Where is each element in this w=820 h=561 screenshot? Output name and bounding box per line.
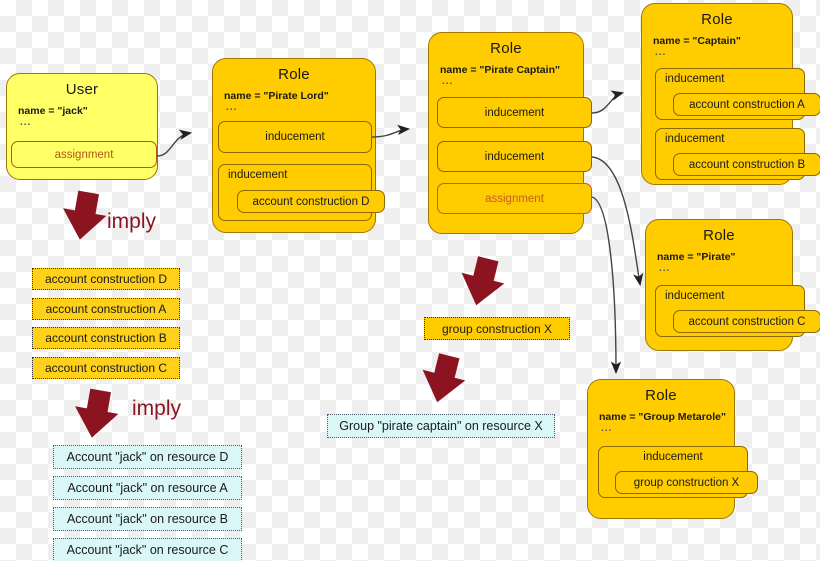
entity-attribute: name = "jack" bbox=[18, 105, 88, 117]
account-jack-resource-c[interactable]: Account "jack" on resource C bbox=[53, 538, 242, 561]
group-pirate-captain-resource-x[interactable]: Group "pirate captain" on resource X bbox=[327, 414, 555, 438]
chip-label: account construction D bbox=[44, 272, 168, 286]
entity-type-label: User bbox=[65, 81, 99, 98]
imply-arrow-1 bbox=[63, 190, 107, 240]
account-label: Account "jack" on resource D bbox=[66, 450, 229, 464]
slot-pirate-captain-assignment[interactable]: assignment bbox=[437, 183, 592, 214]
connector-pirate-captain-to-captain bbox=[591, 90, 625, 114]
imply-arrow-group-result bbox=[422, 353, 466, 403]
entity-type-label: Role bbox=[645, 387, 677, 404]
imply-arrow-group-construction bbox=[461, 256, 505, 306]
account-jack-resource-a[interactable]: Account "jack" on resource A bbox=[53, 476, 242, 500]
entity-ellipsis: ... bbox=[601, 423, 613, 434]
slot-label: assignment bbox=[54, 148, 114, 161]
entity-ellipsis: ... bbox=[442, 76, 454, 87]
chip-account-construction-d[interactable]: account construction D bbox=[32, 268, 180, 290]
entity-ellipsis: ... bbox=[20, 117, 32, 128]
entity-attribute: name = "Pirate" bbox=[657, 251, 736, 263]
slot-label: inducement bbox=[265, 131, 325, 143]
chip-label: account construction A bbox=[689, 98, 805, 111]
slot-pirate-lord-inducement-1[interactable]: inducement bbox=[218, 121, 372, 153]
chip-label: account construction C bbox=[688, 315, 806, 328]
chip-label: account construction A bbox=[45, 302, 167, 316]
diagram-canvas: User name = "jack" ... assignment Role n… bbox=[0, 0, 820, 561]
slot-user-assignment[interactable]: assignment bbox=[11, 141, 157, 168]
slot-label: inducement bbox=[665, 290, 725, 302]
chip-account-construction-d-nested[interactable]: account construction D bbox=[237, 190, 385, 213]
entity-attribute: name = "Pirate Captain" bbox=[440, 64, 560, 76]
chip-account-construction-b-nested[interactable]: account construction B bbox=[673, 153, 820, 176]
slot-pirate-captain-inducement-1[interactable]: inducement bbox=[437, 97, 592, 128]
slot-label: inducement bbox=[665, 133, 725, 145]
imply-label-2: imply bbox=[132, 397, 182, 420]
connector-user-to-pirate-lord bbox=[156, 129, 193, 157]
chip-account-construction-a-nested[interactable]: account construction A bbox=[673, 93, 820, 116]
account-label: Account "jack" on resource B bbox=[66, 512, 229, 526]
entity-attribute: name = "Group Metarole" bbox=[599, 411, 726, 423]
entity-attribute: name = "Pirate Lord" bbox=[224, 90, 329, 102]
entity-type-label: Role bbox=[490, 40, 522, 57]
chip-label: account construction D bbox=[252, 195, 370, 208]
entity-attribute: name = "Captain" bbox=[653, 35, 741, 47]
account-label: Account "jack" on resource A bbox=[67, 481, 228, 495]
slot-label: inducement bbox=[228, 169, 288, 181]
slot-label: assignment bbox=[485, 192, 544, 205]
entity-ellipsis: ... bbox=[655, 47, 667, 58]
slot-label: inducement bbox=[643, 451, 703, 463]
entity-ellipsis: ... bbox=[659, 263, 671, 274]
slot-label: inducement bbox=[665, 73, 725, 85]
chip-group-construction-x[interactable]: group construction X bbox=[424, 317, 570, 340]
chip-account-construction-a[interactable]: account construction A bbox=[32, 298, 180, 320]
chip-label: account construction B bbox=[45, 331, 167, 345]
chip-label: account construction B bbox=[688, 158, 806, 171]
slot-pirate-captain-inducement-2[interactable]: inducement bbox=[437, 141, 592, 172]
connector-pirate-captain-to-pirate bbox=[591, 156, 644, 287]
connector-pirate-captain-to-group-metarole bbox=[591, 196, 622, 375]
chip-group-construction-x-nested[interactable]: group construction X bbox=[615, 471, 758, 494]
entity-type-label: Role bbox=[703, 227, 735, 244]
chip-account-construction-b[interactable]: account construction B bbox=[32, 327, 180, 349]
account-label: Account "jack" on resource C bbox=[66, 543, 229, 557]
connector-pirate-lord-to-pirate-captain bbox=[371, 124, 411, 138]
imply-label-1: imply bbox=[107, 210, 157, 233]
account-jack-resource-b[interactable]: Account "jack" on resource B bbox=[53, 507, 242, 531]
chip-label: group construction X bbox=[441, 321, 553, 336]
chip-account-construction-c-nested[interactable]: account construction C bbox=[673, 310, 820, 333]
chip-label: account construction C bbox=[44, 361, 168, 375]
chip-label: group construction X bbox=[633, 476, 740, 489]
account-jack-resource-d[interactable]: Account "jack" on resource D bbox=[53, 445, 242, 469]
group-label: Group "pirate captain" on resource X bbox=[339, 419, 543, 433]
chip-account-construction-c[interactable]: account construction C bbox=[32, 357, 180, 379]
entity-type-label: Role bbox=[278, 66, 310, 83]
entity-ellipsis: ... bbox=[226, 102, 238, 113]
slot-label: inducement bbox=[484, 106, 545, 119]
imply-arrow-2 bbox=[75, 388, 119, 438]
entity-type-label: Role bbox=[701, 11, 733, 28]
slot-label: inducement bbox=[484, 150, 545, 163]
